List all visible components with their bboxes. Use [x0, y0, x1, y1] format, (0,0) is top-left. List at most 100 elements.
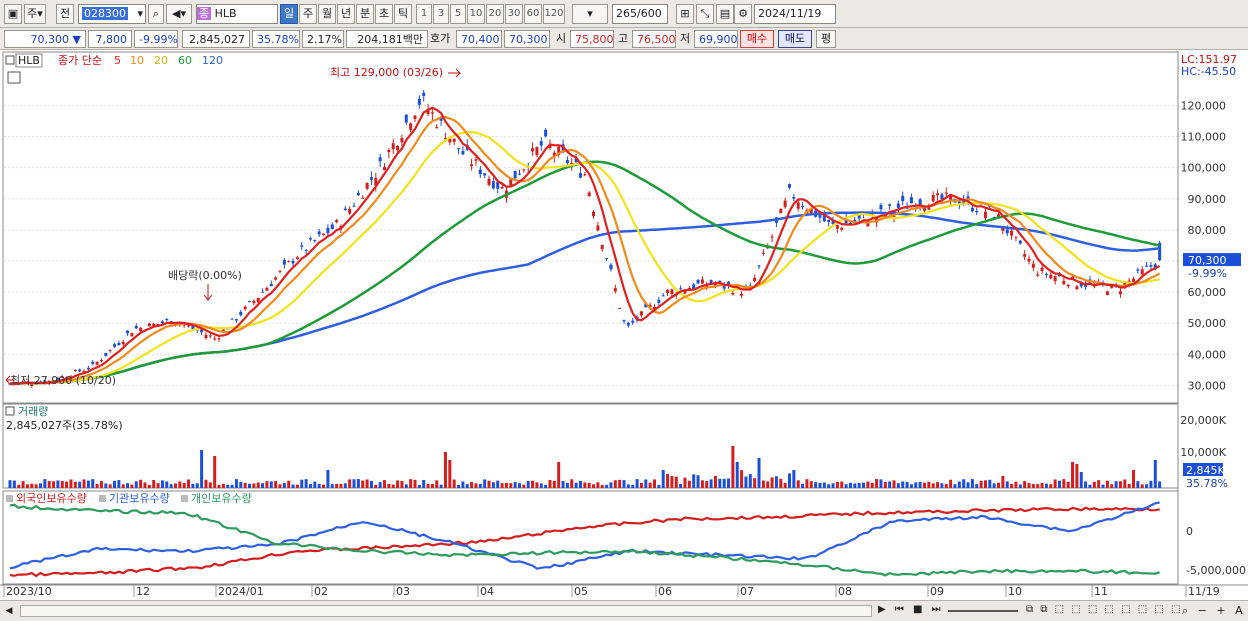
- volume-bar: [648, 482, 652, 488]
- candle-body: [596, 225, 600, 231]
- volume-bar: [1049, 484, 1053, 488]
- holding-legend-2: 개인보유수량: [191, 492, 252, 505]
- interval-1[interactable]: 1: [416, 4, 432, 24]
- candle-body: [130, 333, 134, 337]
- holding-legend-box-0: [6, 495, 13, 502]
- candle-body: [975, 210, 979, 213]
- candle-body: [1027, 258, 1031, 262]
- stock-code-input[interactable]: 028300 ▾: [78, 4, 146, 24]
- scrollbar[interactable]: ◀ ▶ ⏮ ■ ⏭ ⧉ ⧉ ⬚ ⬚ ⬚ ⬚ ⬚ ⬚ ⬚ ⬚ ⌕ − + A: [0, 600, 1248, 621]
- volume-bar: [213, 456, 217, 488]
- volume-bar: [252, 483, 256, 488]
- volume-bar: [465, 484, 469, 488]
- tab-3[interactable]: 년: [337, 4, 355, 24]
- candle-body: [518, 173, 522, 175]
- volume-bar: [735, 462, 739, 488]
- search-icon[interactable]: ⌕: [148, 4, 164, 24]
- volume-bar: [761, 480, 765, 488]
- period-select[interactable]: 주▾: [24, 4, 46, 24]
- stock-name-field[interactable]: 종 HLB: [196, 4, 278, 24]
- x-tick-10: 09: [930, 585, 944, 598]
- volume-bar: [844, 484, 848, 488]
- interval-30[interactable]: 30: [505, 4, 523, 24]
- interval-120[interactable]: 120: [543, 4, 565, 24]
- interval-select[interactable]: ▾: [572, 4, 608, 24]
- candle-body: [888, 204, 892, 206]
- volume-bar: [1036, 484, 1040, 488]
- volume-value: 2,845,027주(35.78%): [6, 419, 123, 432]
- quote-change: 7,800: [88, 30, 132, 48]
- candle-body: [104, 352, 108, 356]
- volume-bar: [661, 470, 665, 488]
- tab-1[interactable]: 주: [299, 4, 317, 24]
- playback-controls[interactable]: ▶ ⏮ ■ ⏭: [878, 604, 944, 615]
- candle-body: [1049, 274, 1053, 279]
- holding-legend-box-1: [99, 495, 106, 502]
- candle-body: [827, 219, 831, 223]
- layout-icon[interactable]: ▣: [4, 4, 22, 24]
- tab-0[interactable]: 일: [280, 4, 298, 24]
- interval-60[interactable]: 60: [524, 4, 542, 24]
- avg-button[interactable]: 평: [816, 30, 836, 48]
- volume-bar: [343, 483, 347, 488]
- sell-button[interactable]: 매도: [778, 30, 812, 48]
- date-field[interactable]: 2024/11/19 ▦: [754, 4, 836, 38]
- tab-4[interactable]: 분: [356, 4, 374, 24]
- candle-body: [531, 148, 535, 152]
- volume-bar: [383, 480, 387, 488]
- quote-price: 70,300 ▼: [4, 30, 86, 48]
- candle-body: [322, 233, 326, 236]
- volume-bar: [108, 484, 112, 488]
- candle-body: [670, 289, 674, 295]
- interval-5[interactable]: 5: [450, 4, 466, 24]
- prev-button[interactable]: 전: [56, 4, 74, 24]
- candle-body: [840, 227, 844, 230]
- volume-bar: [1084, 481, 1088, 488]
- volume-bar: [953, 484, 957, 488]
- volume-bar: [34, 484, 38, 488]
- interval-10[interactable]: 10: [467, 4, 485, 24]
- holding-legend-0: 외국인보유수량: [16, 492, 87, 505]
- candle-body: [274, 277, 278, 280]
- zoom-icon[interactable]: ⊞: [676, 4, 694, 24]
- volume-bar: [827, 484, 831, 488]
- count-field[interactable]: 265/600: [612, 4, 668, 24]
- volume-bar: [217, 484, 221, 488]
- tab-6[interactable]: 틱: [394, 4, 412, 24]
- volume-bar: [622, 480, 626, 488]
- volume-bar: [165, 481, 169, 488]
- scroll-track[interactable]: [20, 605, 872, 617]
- save-icon[interactable]: ▤: [716, 4, 734, 24]
- candle-body: [631, 320, 635, 323]
- stock-chart[interactable]: 최고 129,000 (03/26) 최저 27,900 (10/20) 배당락(0…: [0, 51, 1248, 600]
- zoom-tools[interactable]: ⌕ − + A: [1182, 604, 1246, 618]
- candle-body: [99, 360, 103, 362]
- volume-bar: [226, 484, 230, 488]
- volume-bar: [526, 480, 530, 488]
- zoom-slider[interactable]: [948, 610, 1018, 612]
- quote-turnover: 2.17%: [302, 30, 344, 48]
- volume-current: 2,845K: [1186, 464, 1225, 477]
- volume-bar: [552, 480, 556, 488]
- interval-3[interactable]: 3: [433, 4, 449, 24]
- candle-body: [544, 129, 548, 137]
- volume-bar: [1114, 481, 1118, 488]
- volume-bar: [879, 479, 883, 488]
- candle-body: [343, 208, 347, 211]
- scroll-left-icon[interactable]: ◀: [2, 604, 16, 618]
- tab-2[interactable]: 월: [318, 4, 336, 24]
- sound-icon[interactable]: ◀▾: [166, 4, 192, 24]
- candle-body: [513, 170, 517, 179]
- volume-bar: [1031, 484, 1035, 488]
- volume-bar: [117, 480, 121, 488]
- volume-bar: [461, 481, 465, 488]
- volume-bar: [722, 478, 726, 488]
- drawing-tools[interactable]: ⧉ ⧉ ⬚ ⬚ ⬚ ⬚ ⬚ ⬚ ⬚ ⬚: [1026, 604, 1182, 615]
- tab-5[interactable]: 초: [375, 4, 393, 24]
- buy-button[interactable]: 매수: [740, 30, 774, 48]
- candle-body: [761, 252, 765, 254]
- gear-icon[interactable]: ⚙: [734, 4, 752, 24]
- volume-bar: [52, 481, 56, 488]
- interval-20[interactable]: 20: [486, 4, 504, 24]
- expand-icon[interactable]: ⤡: [696, 4, 714, 24]
